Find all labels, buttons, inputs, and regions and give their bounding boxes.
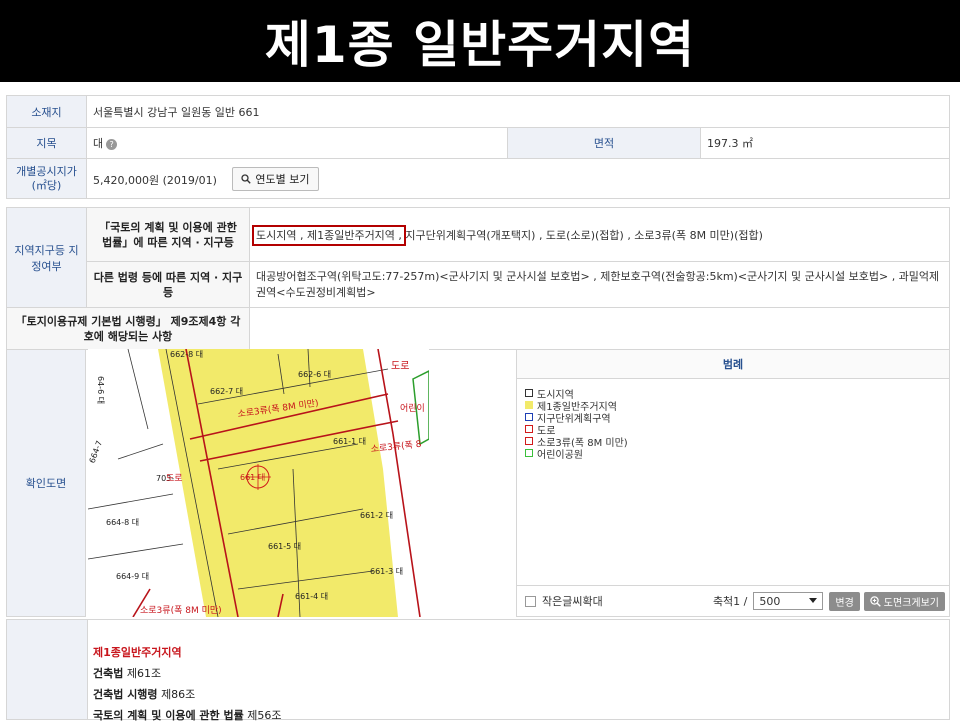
- legend-panel: 범례 도시지역 제1종일반주거지역 지구단위계획구역 도로 소로3류(폭 8M …: [516, 349, 950, 617]
- change-scale-button[interactable]: 변경: [829, 591, 860, 611]
- map-section-label: 확인도면: [6, 349, 86, 617]
- small-text-checkbox[interactable]: [525, 595, 536, 607]
- help-icon[interactable]: ?: [106, 139, 118, 150]
- related-laws-label-cell: [7, 620, 88, 719]
- spacer: [6, 198, 950, 208]
- regulation-label: 「토지이용규제 기본법 시행령」 제9조제4항 각 호에 해당되는 사항: [6, 307, 250, 350]
- title-banner: 제1종 일반주거지역: [0, 0, 960, 82]
- location-value: 서울특별시 강남구 일원동 일반 661: [86, 95, 950, 128]
- parcel-label: 661-2 대: [360, 511, 393, 520]
- parcel-label: 661 대: [240, 473, 265, 482]
- land-info-table: 소재지 서울특별시 강남구 일원동 일반 661 지목 대? 면적 197.3 …: [6, 95, 950, 350]
- other-law-value: 대공방어협조구역(위탁고도:77-257m)<군사기지 및 군사시설 보호법> …: [249, 261, 950, 308]
- law-item: 건축법 제61조: [93, 663, 281, 684]
- jimok-label: 지목: [6, 127, 87, 159]
- national-law-rest: 지구단위계획구역(개포택지) , 도로(소로)(접합) , 소로3류(폭 8M …: [405, 228, 763, 242]
- national-law-highlight: 도시지역 , 제1종일반주거지역 ,: [252, 224, 406, 246]
- chevron-down-icon: [809, 598, 818, 603]
- legend-swatch: [525, 425, 533, 433]
- year-view-button[interactable]: 연도별 보기: [232, 166, 319, 191]
- legend-swatch: [525, 401, 533, 409]
- small-text-label: 작은글씨확대: [542, 595, 603, 608]
- map-section: 확인도면 662-8 대 662-7 대 662-6 대 661-1 대 664…: [6, 349, 950, 617]
- national-law-cell: 도시지역 , 제1종일반주거지역 , 지구단위계획구역(개포택지) , 도로(소…: [249, 207, 950, 262]
- law-name: 건축법: [93, 667, 124, 680]
- price-value: 5,420,000원 (2019/01): [93, 173, 217, 187]
- related-laws-content: 제1종일반주거지역 건축법 제61조 건축법 시행령 제86조 국토의 계획 및…: [93, 642, 281, 726]
- price-label: 개별공시지가(㎡당): [6, 158, 87, 199]
- law-article[interactable]: 제61조: [127, 667, 161, 680]
- related-laws-section: 제1종일반주거지역 건축법 제61조 건축법 시행령 제86조 국토의 계획 및…: [6, 619, 950, 722]
- law-article[interactable]: 제56조: [247, 709, 281, 722]
- road-label: 도로: [391, 361, 409, 372]
- parcel-label: 664-9 대: [116, 572, 149, 581]
- area-label: 면적: [507, 127, 701, 159]
- legend-item: 지구단위계획구역: [525, 411, 949, 425]
- parcel-label: 662-7 대: [210, 387, 243, 396]
- parcel-label: 661-5 대: [268, 542, 301, 551]
- scale-value: 500: [759, 594, 781, 608]
- map-drawing: 662-8 대 662-7 대 662-6 대 661-1 대 664-7 70…: [88, 349, 429, 617]
- national-law-label: 「국토의 계획 및 이용에 관한 법률」에 따른 지역 · 지구등: [86, 207, 250, 262]
- road-label: 어린이: [400, 403, 425, 414]
- road-label: 도로: [166, 474, 183, 484]
- scale-select[interactable]: 500: [753, 592, 824, 610]
- parcel-label: 661-1 대: [333, 437, 366, 446]
- legend-item: 소로3류(폭 8M 미만): [525, 435, 949, 449]
- land-info-sheet: 소재지 서울특별시 강남구 일원동 일반 661 지목 대? 면적 197.3 …: [0, 95, 960, 722]
- legend-swatch: [525, 437, 533, 445]
- other-law-label: 다른 법령 등에 따른 지역 · 지구등: [86, 261, 250, 308]
- parcel-label: 662-6 대: [298, 370, 331, 379]
- parcel-label: 664-8 대: [106, 518, 139, 527]
- legend-title: 범례: [517, 350, 949, 379]
- law-name: 건축법 시행령: [93, 688, 158, 701]
- search-icon: [241, 173, 252, 184]
- legend-item-label: 어린이공원: [537, 449, 583, 461]
- cadastral-map[interactable]: 662-8 대 662-7 대 662-6 대 661-1 대 664-7 70…: [88, 349, 429, 617]
- page-title: 제1종 일반주거지역: [264, 16, 696, 74]
- zoom-in-icon: [870, 595, 881, 607]
- legend-swatch: [525, 413, 533, 421]
- parcel-label: 64-6 대: [96, 376, 105, 404]
- road-label: 소로3류(폭 8M 미만): [140, 605, 222, 616]
- zone-label: 지역지구등 지정여부: [6, 207, 87, 308]
- year-view-label: 연도별 보기: [255, 172, 310, 186]
- zone-heading: 제1종일반주거지역: [93, 646, 182, 659]
- law-item: 국토의 계획 및 이용에 관한 법률 제56조: [93, 705, 281, 726]
- map-controls: 작은글씨확대 축척1 / 500 변경 도면크게보기: [517, 585, 949, 616]
- legend-swatch: [525, 449, 533, 457]
- law-name: 국토의 계획 및 이용에 관한 법률: [93, 709, 244, 722]
- legend-item: 어린이공원: [525, 447, 949, 461]
- jimok-cell: 대?: [86, 127, 508, 159]
- enlarge-map-label: 도면크게보기: [883, 597, 939, 609]
- parcel-label: 661-3 대: [370, 567, 403, 576]
- law-article[interactable]: 제86조: [161, 688, 195, 701]
- legend-list: 도시지역 제1종일반주거지역 지구단위계획구역 도로 소로3류(폭 8M 미만)…: [525, 387, 949, 461]
- enlarge-map-button[interactable]: 도면크게보기: [863, 591, 945, 611]
- law-item: 건축법 시행령 제86조: [93, 684, 281, 705]
- location-label: 소재지: [6, 95, 87, 128]
- parcel-label: 661-4 대: [295, 592, 328, 601]
- regulation-value: [249, 307, 950, 350]
- legend-swatch: [525, 389, 533, 397]
- jimok-value: 대: [93, 137, 104, 150]
- scale-label: 축척1 /: [712, 595, 748, 608]
- area-value: 197.3 ㎡: [700, 127, 950, 159]
- parcel-label: 662-8 대: [170, 350, 203, 359]
- price-cell: 5,420,000원 (2019/01) 연도별 보기: [86, 158, 950, 199]
